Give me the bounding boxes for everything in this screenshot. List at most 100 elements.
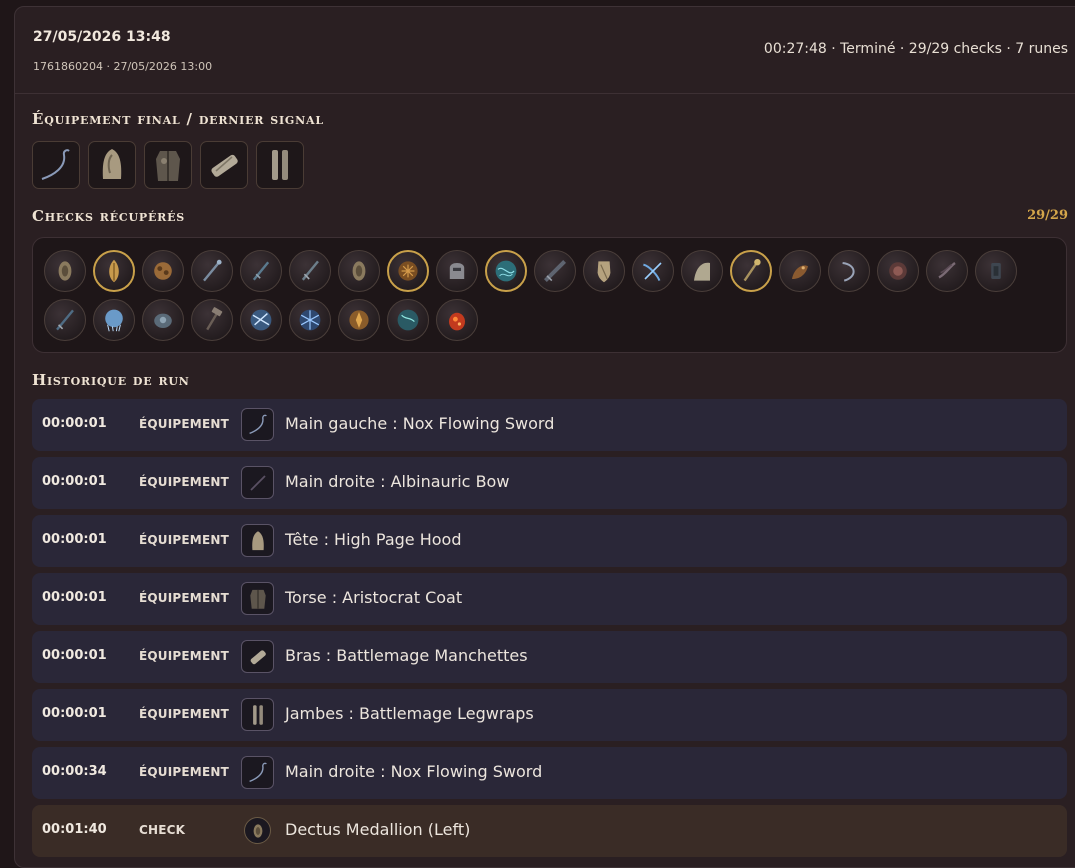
remembrance-icon xyxy=(889,262,907,280)
spirit-jellyfish-icon xyxy=(105,309,123,332)
history-type: ÉQUIPEMENT xyxy=(139,765,229,779)
history-time: 00:00:01 xyxy=(42,648,107,663)
check-item[interactable] xyxy=(191,299,233,341)
history-label: Torse : Aristocrat Coat xyxy=(285,588,463,607)
history-row[interactable]: 00:00:01 ÉQUIPEMENT Torse : Aristocrat Coa… xyxy=(32,573,1067,625)
fire-flask-icon xyxy=(449,312,465,331)
whip-sword-icon xyxy=(248,414,267,434)
golden-rune-icon xyxy=(349,310,369,330)
whip-sword-icon xyxy=(41,149,70,180)
history-time: 00:00:01 xyxy=(42,416,107,431)
check-item[interactable] xyxy=(583,250,625,292)
whip-sword-icon xyxy=(248,762,267,782)
whip-icon xyxy=(842,262,855,282)
beast-icon xyxy=(792,265,808,279)
check-item[interactable] xyxy=(534,250,576,292)
check-item[interactable] xyxy=(926,250,968,292)
check-item[interactable] xyxy=(142,250,184,292)
history-type: ÉQUIPEMENT xyxy=(139,475,229,489)
history-item-icon xyxy=(241,524,274,557)
check-item[interactable] xyxy=(338,299,380,341)
cloak-icon xyxy=(694,262,710,281)
check-item[interactable] xyxy=(485,250,527,292)
history-row[interactable]: 00:00:01 ÉQUIPEMENT Main gauche : Nox Flow… xyxy=(32,399,1067,451)
check-item[interactable] xyxy=(289,250,331,292)
history-item-icon xyxy=(241,698,274,731)
history-item-icon xyxy=(241,466,274,499)
history-title: Historique de run xyxy=(32,371,190,389)
check-item[interactable] xyxy=(877,250,919,292)
check-item[interactable] xyxy=(44,250,86,292)
history-time: 00:00:01 xyxy=(42,532,107,547)
hood-icon xyxy=(102,149,122,179)
check-item[interactable] xyxy=(436,250,478,292)
crossbow-icon xyxy=(643,262,662,281)
history-row[interactable]: 00:00:01 ÉQUIPEMENT Bras : Battlemage Manc… xyxy=(32,631,1067,683)
check-item[interactable] xyxy=(93,250,135,292)
history-row[interactable]: 00:00:01 ÉQUIPEMENT Main droite : Albinaur… xyxy=(32,457,1067,509)
run-panel: 27/05/2026 13:48 1761860204 · 27/05/2026… xyxy=(14,6,1075,868)
history-row[interactable]: 00:01:40 CHECK Dectus Medallion (Left) xyxy=(32,805,1067,857)
equip-slot-arms[interactable] xyxy=(200,141,248,189)
history-time: 00:00:01 xyxy=(42,590,107,605)
history-label: Main droite : Nox Flowing Sword xyxy=(285,762,543,781)
legwraps-icon xyxy=(272,150,288,180)
check-item[interactable] xyxy=(44,299,86,341)
legwraps-icon xyxy=(252,704,263,725)
check-item[interactable] xyxy=(632,250,674,292)
sceptre-icon xyxy=(743,259,761,282)
sword-icon xyxy=(301,260,319,281)
coat-icon xyxy=(156,151,180,181)
history-label: Tête : High Page Hood xyxy=(285,530,462,549)
history-time: 00:00:34 xyxy=(42,764,107,779)
pouch-icon xyxy=(154,313,172,328)
checks-count: 29/29 xyxy=(1027,208,1068,223)
history-row[interactable]: 00:00:01 ÉQUIPEMENT Jambes : Battlemage Le… xyxy=(32,689,1067,741)
history-label: Bras : Battlemage Manchettes xyxy=(285,646,528,665)
check-item[interactable] xyxy=(142,299,184,341)
dagger-icon xyxy=(252,261,270,281)
lightning-spell-icon xyxy=(250,309,272,331)
medallion-icon xyxy=(58,261,72,281)
tablet-icon xyxy=(991,263,1001,279)
check-item[interactable] xyxy=(828,250,870,292)
equip-slot-chest[interactable] xyxy=(144,141,192,189)
check-item[interactable] xyxy=(93,299,135,341)
check-item[interactable] xyxy=(975,250,1017,292)
check-item[interactable] xyxy=(730,250,772,292)
equip-slot-legs[interactable] xyxy=(256,141,304,189)
check-item[interactable] xyxy=(191,250,233,292)
history-row[interactable]: 00:00:34 ÉQUIPEMENT Main droite : Nox Flow… xyxy=(32,747,1067,799)
history-type: ÉQUIPEMENT xyxy=(139,533,229,547)
glintstone-icon xyxy=(495,260,517,282)
equipment-title: Équipement final / dernier signal xyxy=(32,110,324,128)
staff-icon xyxy=(203,259,222,282)
run-header: 27/05/2026 13:48 1761860204 · 27/05/2026… xyxy=(15,7,1075,94)
check-item[interactable] xyxy=(240,299,282,341)
hood-icon xyxy=(251,530,264,550)
check-item[interactable] xyxy=(779,250,821,292)
check-item[interactable] xyxy=(387,250,429,292)
history-label: Dectus Medallion (Left) xyxy=(285,820,471,839)
bow-icon xyxy=(249,474,266,491)
history-type: ÉQUIPEMENT xyxy=(139,591,229,605)
medallion-icon xyxy=(253,823,262,838)
history-item-icon xyxy=(241,582,274,615)
history-time: 00:00:01 xyxy=(42,474,107,489)
history-item-icon xyxy=(244,817,271,844)
check-item[interactable] xyxy=(387,299,429,341)
history-row[interactable]: 00:00:01 ÉQUIPEMENT Tête : High Page Hood xyxy=(32,515,1067,567)
check-item[interactable] xyxy=(681,250,723,292)
medallion-icon xyxy=(352,261,366,281)
history-item-icon xyxy=(241,756,274,789)
history-item-icon xyxy=(241,640,274,673)
equip-slot-weapon[interactable] xyxy=(32,141,80,189)
run-date: 27/05/2026 13:48 xyxy=(33,29,171,45)
helm-icon xyxy=(449,263,465,279)
check-item[interactable] xyxy=(338,250,380,292)
equip-slot-head[interactable] xyxy=(88,141,136,189)
history-type: ÉQUIPEMENT xyxy=(139,649,229,663)
check-item[interactable] xyxy=(289,299,331,341)
check-item[interactable] xyxy=(436,299,478,341)
check-item[interactable] xyxy=(240,250,282,292)
